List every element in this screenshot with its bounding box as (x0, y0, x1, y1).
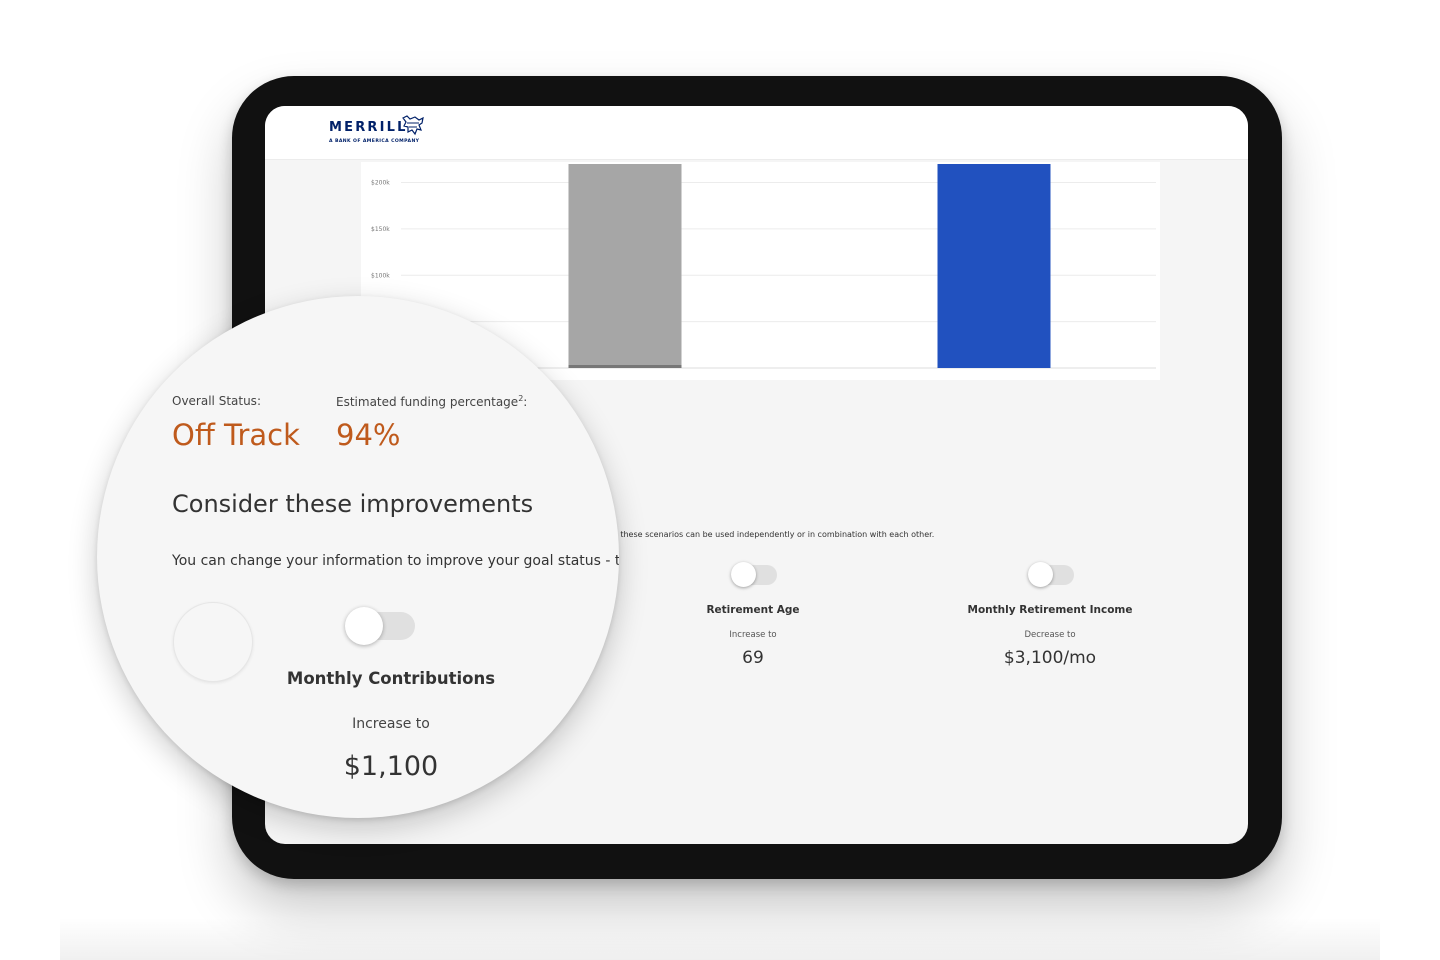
marketing-stage: MERRILL A BANK OF AMERICA COMPANY $200k $… (0, 0, 1440, 960)
bull-icon (402, 115, 424, 136)
y-tick-label: $100k (371, 272, 390, 279)
y-tick-label: $200k (371, 180, 390, 187)
improvements-description: tus - these scenarios can be used indepe… (600, 530, 935, 539)
improvements-heading: Consider these improvements (172, 490, 534, 518)
funding-label-suffix: : (523, 395, 528, 409)
option-title: Retirement Age (706, 604, 800, 616)
bar-base-strip (568, 365, 682, 368)
logo-wordmark: MERRILL (329, 120, 408, 135)
option-change: Decrease to (1024, 630, 1076, 640)
logo-tagline: A BANK OF AMERICA COMPANY (329, 139, 420, 144)
y-tick-label: $150k (371, 226, 390, 233)
chart-bar[interactable] (568, 164, 682, 368)
option-value: $3,100/mo (1003, 648, 1097, 668)
overall-status-value: Off Track (172, 418, 300, 452)
funding-label-text: Estimated funding percentage (336, 395, 519, 409)
monthly-contributions-title: Monthly Contributions (286, 669, 496, 688)
chart-bar[interactable] (937, 164, 1051, 368)
funding-percentage-label: Estimated funding percentage2: (336, 394, 527, 409)
merrill-logo[interactable]: MERRILL A BANK OF AMERICA COMPANY (329, 115, 424, 144)
toggle-knob (345, 607, 383, 645)
option-title: Monthly Retirement Income (967, 604, 1133, 616)
funding-percentage-value: 94% (336, 418, 401, 452)
floor-shadow (60, 918, 1380, 960)
overall-status-label: Overall Status: (172, 394, 261, 408)
option-value: 69 (742, 648, 764, 668)
option-change: Increase to (729, 630, 777, 640)
toggle-knob (1028, 562, 1053, 587)
monthly-contributions-toggle[interactable] (345, 607, 415, 645)
monthly-income-toggle[interactable] (1028, 562, 1074, 587)
option-placeholder-circle (173, 602, 253, 682)
toggle-knob (731, 562, 756, 587)
app-header: MERRILL A BANK OF AMERICA COMPANY (265, 106, 1248, 160)
monthly-income-option: Monthly Retirement Income Decrease to $3… (940, 604, 1160, 668)
monthly-contributions-change: Increase to (352, 716, 430, 732)
improvements-description-magnified: You can change your information to impro… (172, 553, 619, 569)
retirement-age-toggle[interactable] (731, 562, 777, 587)
monthly-contributions-value: $1,100 (343, 751, 439, 782)
retirement-age-option: Retirement Age Increase to 69 (653, 604, 853, 668)
magnifier-callout: Overall Status: Estimated funding percen… (97, 296, 619, 818)
